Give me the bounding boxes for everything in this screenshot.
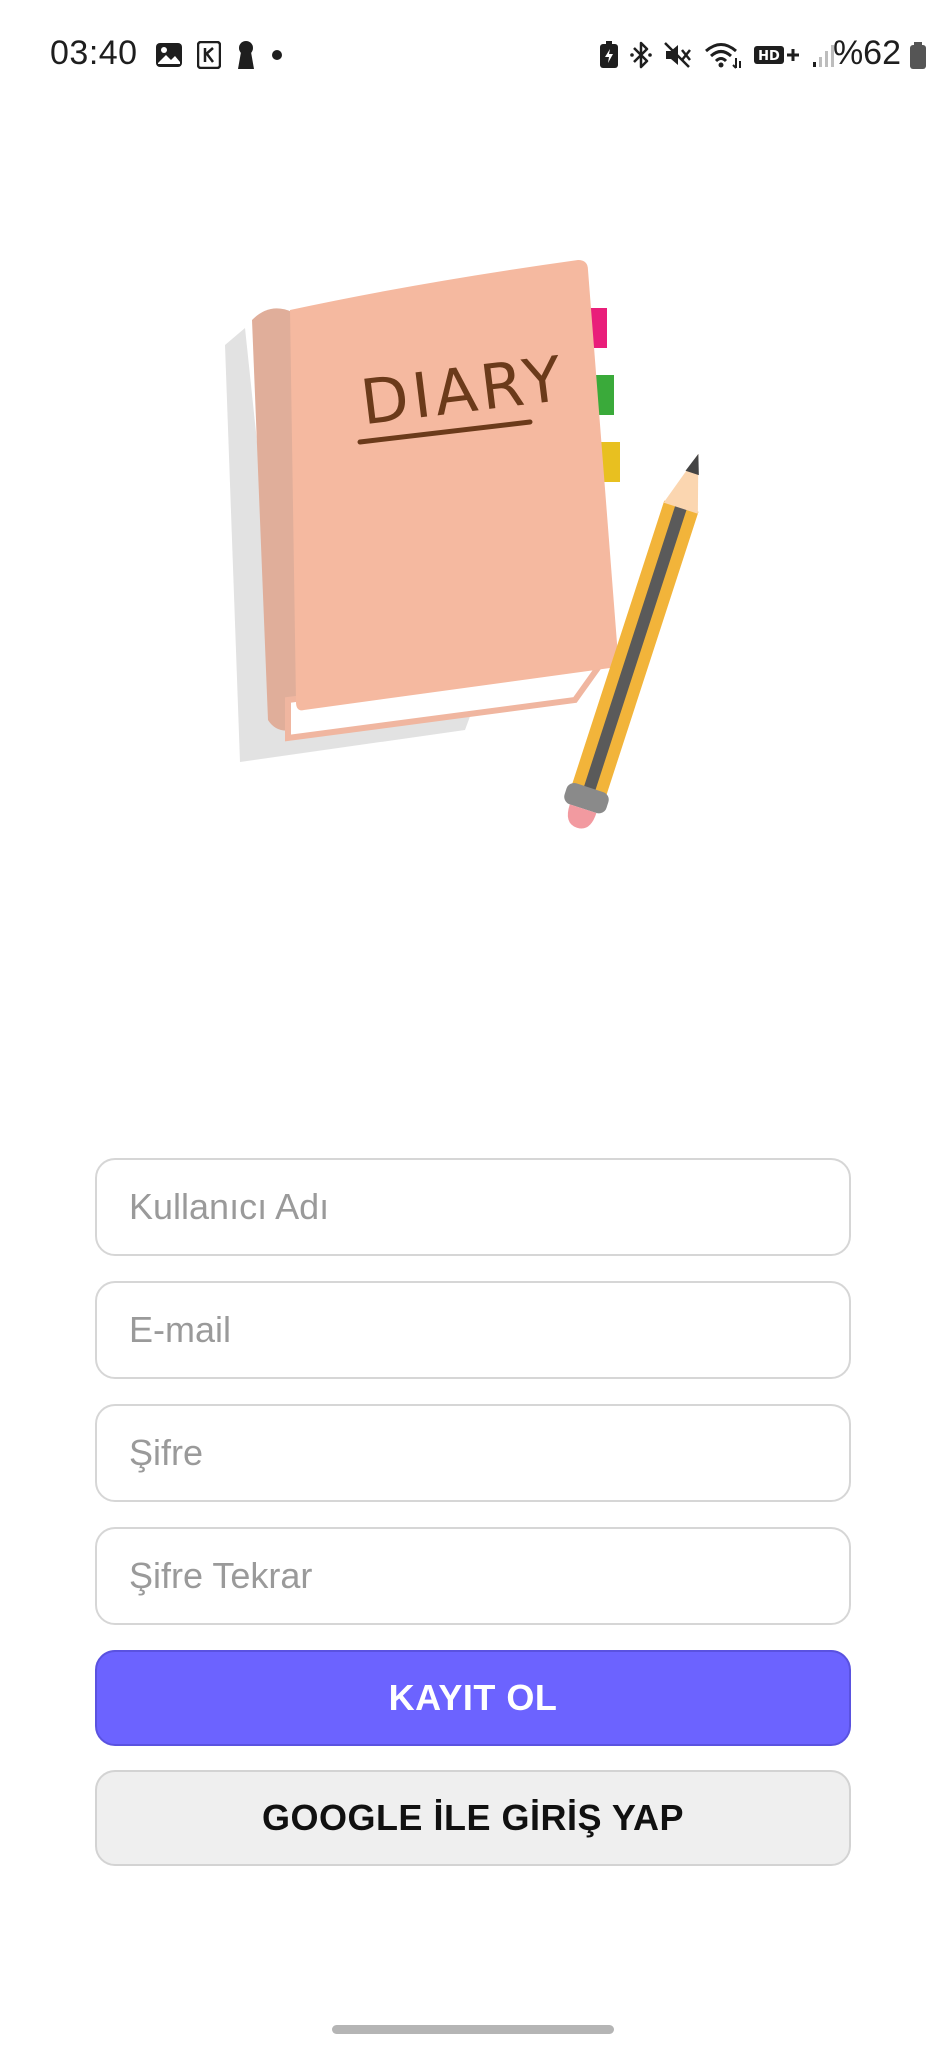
email-field-container [95,1281,851,1379]
diary-illustration: DIARY [225,260,699,829]
bluetooth-icon [630,41,652,69]
status-time: 03:40 [50,34,138,72]
battery-percent: %62 [832,34,901,72]
hd-plus-icon: HD [754,46,799,64]
dot-icon [272,50,282,60]
password-field-container [95,1404,851,1502]
email-input[interactable] [127,1282,849,1378]
k-app-icon [197,41,221,69]
battery-icon [910,42,926,69]
svg-text:HD: HD [758,49,780,64]
wifi-icon [705,43,741,69]
username-field-container [95,1158,851,1256]
password-repeat-field-container [95,1527,851,1625]
password-input[interactable] [127,1405,849,1501]
image-icon [156,43,182,67]
register-form: KAYIT OL GOOGLE İLE GİRİŞ YAP [95,1158,851,1866]
book-cover [290,260,619,711]
status-bar: 03:40 HD %62 [0,0,945,110]
register-button[interactable]: KAYIT OL [95,1650,851,1746]
status-left-icons [155,40,283,70]
status-right-icons: HD [599,40,837,70]
username-input[interactable] [127,1159,849,1255]
keyhole-icon [238,41,254,69]
google-signin-button[interactable]: GOOGLE İLE GİRİŞ YAP [95,1770,851,1866]
mute-icon [664,42,691,68]
home-indicator[interactable] [332,2025,614,2034]
password-repeat-input[interactable] [127,1528,849,1624]
battery-saver-icon [600,41,618,68]
